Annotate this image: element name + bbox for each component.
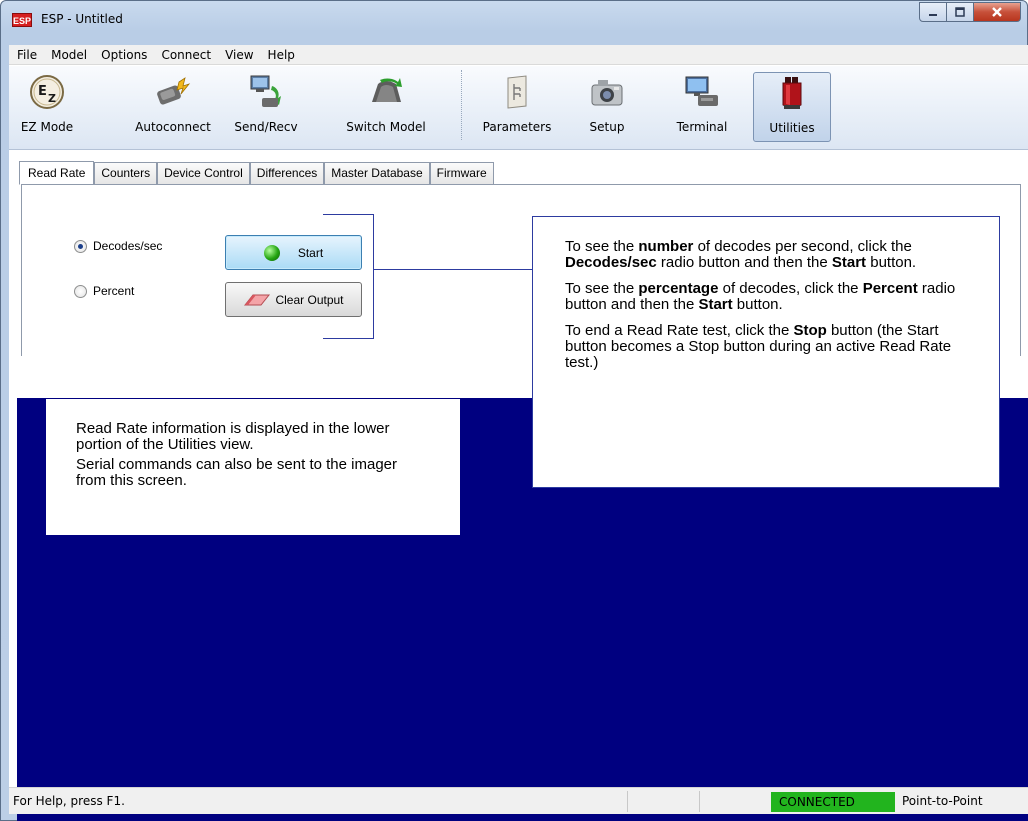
start-instructions-callout: To see the number of decodes per second,…: [532, 216, 1000, 488]
text-span: of decodes per second, click the: [693, 238, 912, 255]
tab-counters[interactable]: Counters: [94, 162, 158, 184]
bold-span: number: [638, 238, 694, 255]
menu-model[interactable]: Model: [51, 48, 87, 62]
menu-bar: File Model Options Connect View Help: [9, 45, 1028, 65]
send-recv-label: Send/Recv: [234, 120, 298, 134]
menu-options[interactable]: Options: [101, 48, 147, 62]
utilities-label: Utilities: [769, 121, 815, 135]
parameters-button[interactable]: Parameters: [473, 72, 561, 142]
window-controls: [919, 2, 1021, 22]
setup-label: Setup: [589, 120, 625, 134]
tab-firmware[interactable]: Firmware: [429, 162, 494, 184]
text-span: To see the: [565, 238, 639, 255]
text-span: button.: [732, 296, 783, 313]
status-divider: [699, 791, 700, 812]
tab-differences[interactable]: Differences: [249, 162, 325, 184]
callout-left-text-1: Read Rate information is displayed in th…: [76, 420, 390, 453]
switch-model-icon: [372, 78, 402, 102]
terminal-label: Terminal: [676, 120, 728, 134]
tab-strip: Read Rate Counters Device Control Differ…: [19, 160, 494, 185]
tab-device-control[interactable]: Device Control: [157, 162, 250, 184]
callout-right-para-3: To end a Read Rate test, click the Stop …: [565, 323, 967, 371]
radio-checked-icon: [74, 239, 87, 253]
text-span: To see the: [565, 280, 639, 297]
window-title: ESP - Untitled: [41, 12, 123, 26]
send-recv-button[interactable]: Send/Recv: [227, 72, 305, 142]
app-window: ESP ESP - Untitled File Model Options Co…: [0, 0, 1028, 821]
minimize-icon: [929, 14, 937, 16]
menu-help[interactable]: Help: [268, 48, 295, 62]
text-span: of decodes, click the: [718, 280, 863, 297]
tab-master-database[interactable]: Master Database: [324, 162, 430, 184]
bold-span: Start: [831, 254, 867, 271]
start-label: Start: [297, 245, 324, 260]
read-rate-info-callout: Read Rate information is displayed in th…: [46, 399, 460, 535]
bold-span: percentage: [638, 280, 719, 297]
text-span: radio button and then the: [656, 254, 832, 271]
minimize-button[interactable]: [919, 2, 947, 22]
bold-span: Stop: [793, 322, 827, 339]
ez-mode-button[interactable]: E Z EZ Mode: [11, 72, 83, 142]
title-bar[interactable]: ESP ESP - Untitled: [1, 1, 1027, 37]
svg-text:Z: Z: [48, 92, 56, 105]
switch-model-label: Switch Model: [346, 120, 426, 134]
callout-connector-line: [373, 269, 532, 270]
utilities-icon: [782, 77, 802, 109]
percent-radio[interactable]: Percent: [74, 284, 134, 298]
autoconnect-button[interactable]: Autoconnect: [127, 72, 219, 142]
status-bar: For Help, press F1. CONNECTED Point-to-P…: [9, 787, 1028, 814]
parameters-label: Parameters: [482, 120, 552, 134]
connection-mode: Point-to-Point: [902, 794, 983, 808]
maximize-button[interactable]: [947, 2, 974, 22]
parameters-icon: [507, 75, 527, 109]
decodes-sec-radio[interactable]: Decodes/sec: [74, 239, 162, 253]
radio-unchecked-icon: [74, 284, 87, 298]
utilities-button[interactable]: Utilities: [753, 72, 831, 142]
help-status-text: For Help, press F1.: [13, 794, 125, 808]
bold-span: Percent: [862, 280, 918, 297]
terminal-icon: [685, 76, 718, 106]
callout-left-text-2: Serial commands can also be sent to the …: [76, 456, 397, 489]
tab-read-rate[interactable]: Read Rate: [19, 161, 95, 185]
start-button[interactable]: Start: [225, 235, 362, 270]
ez-mode-label: EZ Mode: [20, 120, 74, 134]
close-button[interactable]: [974, 2, 1021, 22]
setup-button[interactable]: Setup: [577, 72, 637, 142]
callout-bracket-vertical: [373, 214, 374, 339]
toolbar: E Z EZ Mode Autoconnect Send/Recv Switch…: [9, 66, 1028, 150]
text-span: To end a Read Rate test, click the: [565, 322, 794, 339]
svg-text:E: E: [38, 84, 47, 99]
bold-span: Start: [698, 296, 733, 313]
menu-view[interactable]: View: [225, 48, 253, 62]
autoconnect-icon: [157, 77, 191, 105]
decodes-sec-label: Decodes/sec: [93, 239, 163, 253]
autoconnect-label: Autoconnect: [135, 120, 211, 134]
clear-output-button[interactable]: Clear Output: [225, 282, 362, 317]
terminal-button[interactable]: Terminal: [661, 72, 743, 142]
clear-output-label: Clear Output: [275, 292, 344, 307]
callout-bracket-bottom: [323, 338, 374, 339]
close-icon: [992, 7, 1002, 17]
switch-model-button[interactable]: Switch Model: [342, 72, 430, 142]
toolbar-separator: [461, 70, 463, 140]
percent-label: Percent: [93, 284, 135, 298]
camera-icon: [591, 80, 623, 106]
callout-right-para-1: To see the number of decodes per second,…: [565, 239, 967, 271]
esp-app-icon: ESP: [12, 13, 32, 27]
eraser-icon: [244, 294, 271, 305]
menu-connect[interactable]: Connect: [161, 48, 211, 62]
maximize-icon: [955, 7, 965, 17]
menu-file[interactable]: File: [17, 48, 37, 62]
status-divider: [627, 791, 628, 812]
connection-status: CONNECTED: [771, 792, 895, 812]
green-status-icon: [263, 244, 280, 261]
send-recv-icon: [250, 75, 281, 107]
callout-right-para-2: To see the percentage of decodes, click …: [565, 281, 967, 313]
bold-span: Decodes/sec: [565, 254, 657, 271]
callout-bracket-top: [323, 214, 374, 215]
ez-mode-icon: E Z: [30, 75, 64, 109]
text-span: button.: [866, 254, 917, 271]
